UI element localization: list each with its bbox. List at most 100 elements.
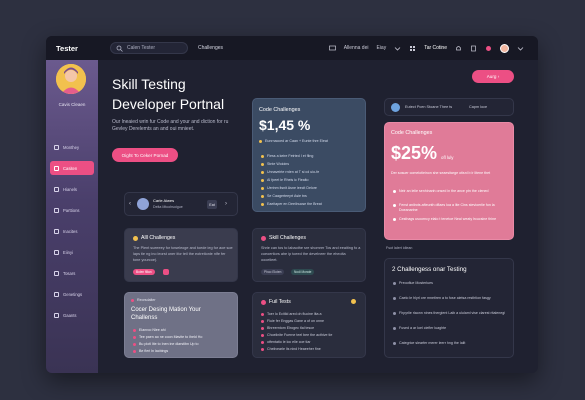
nav-icon [54, 186, 59, 192]
sidebar-item[interactable]: Gaants [50, 308, 94, 322]
arrow-right-icon: › [497, 74, 500, 79]
sidebar-item[interactable]: Genetings [50, 287, 94, 301]
app-window: Tester Calen Tester Challenges Allenna d… [46, 36, 538, 373]
profile-avatar[interactable] [56, 64, 86, 94]
coder-card-title-line-1: Cocer Desing Mation Your [131, 307, 201, 313]
list-item-text: Cheiivearle lis nind Heaeeher fine [267, 347, 321, 351]
topbar-link-3[interactable]: Tar Cotine [424, 45, 447, 51]
sidebar-item[interactable]: Monthey [50, 140, 94, 154]
user-strip-name: Eutect Pcen Stoane Thee ts [405, 105, 453, 109]
list-item-text: Se Caagerteeyrt Asie tns [267, 194, 307, 198]
bullet-icon [393, 327, 396, 330]
sidebar-item[interactable]: Tosars [50, 266, 94, 280]
user-strip-avatar [391, 103, 400, 112]
list-item-text: Eianroo Nlee ahi [139, 328, 166, 332]
bullet-icon [261, 202, 264, 206]
code-card-value: $1,45 % [259, 117, 311, 133]
search-icon [116, 45, 123, 52]
sidebar-item[interactable]: Eiinyi [50, 245, 94, 259]
cta-button[interactable]: Oight To Ceker Pornad [112, 148, 178, 162]
testing-card-title: 2 Challengess onar Testing [392, 266, 467, 273]
profile-card-button[interactable]: Eat [207, 200, 217, 209]
list-item: Bu plotl lite to Inen ine dlarstibn Up t… [133, 341, 199, 347]
list-item-text: Bu plotl lite to Inen ine dlarstibn Up t… [139, 342, 199, 346]
sidebar-item[interactable]: Casiten [50, 161, 94, 175]
list-item: Choelinite Fuerne teel bee the acthive t… [261, 332, 332, 338]
list-item: Tee paen ao ne coon Mavite to iheld Ho [133, 334, 202, 340]
nav-icon [54, 249, 59, 255]
coder-card-title: Cocer Desing Mation Your Challenss [131, 306, 201, 322]
list-item: Unnaveirte rrden at T si cd uio-fe [261, 169, 319, 175]
chevron-left-icon[interactable]: ‹ [129, 201, 131, 207]
skill-tag-2[interactable]: Nodi Morate [291, 269, 315, 275]
code-card-sub-text: Eunrnacced ar Caan + Eunte thre Eleat [265, 139, 328, 143]
list-item-text: Bhreerntom Elrogec tlal tesce [267, 326, 315, 330]
profile-card[interactable]: ‹ Carle Aiwes Delta Mtcohsoigue Eat › [124, 192, 238, 216]
sidebar: Cavis Cleaen Monthey Casiten Hianels Partti… [46, 60, 98, 373]
search-input[interactable]: Calen Tester [110, 42, 188, 54]
top-action-button[interactable]: Aurg › [472, 70, 514, 83]
bookmark-icon[interactable] [163, 269, 169, 275]
list-item: Preooflue Mosterlues [393, 281, 507, 286]
list-item: Cheiivearle lis nind Heaeeher fine [261, 346, 321, 352]
chevron-right-icon[interactable]: › [225, 201, 227, 207]
bullet-icon [261, 178, 264, 182]
user-strip[interactable]: Eutect Pcen Stoane Thee ts Capm loce [384, 98, 514, 116]
pink-challenges-card[interactable]: Code Challenges $25% ofl luly Der sosuer… [384, 122, 514, 240]
topbar-link-1[interactable]: Allenna dei [344, 45, 369, 51]
all-challenges-tag[interactable]: Bolen flllan [133, 269, 155, 275]
chevron-down-icon[interactable] [517, 45, 524, 52]
bullet-icon [133, 335, 136, 339]
skill-challenges-title: Skill Challenges [261, 235, 306, 241]
bell-icon[interactable] [455, 45, 462, 52]
all-challenges-card[interactable]: Alll Challenges The Plent sueeeey for to… [124, 228, 238, 282]
bullet-icon [393, 312, 396, 315]
list-item: Al fpeet le Rheis ic Flealto [261, 177, 309, 183]
list-item-text: Tee paen ao ne coon Mavite to iheld Ho [139, 335, 203, 339]
testing-card[interactable]: 2 Challengess onar Testing Preooflue Mos… [384, 258, 514, 358]
bullet-icon [393, 190, 396, 193]
bullet-icon [261, 333, 264, 337]
breadcrumb[interactable]: Challenges [198, 45, 223, 51]
bullet-icon [393, 297, 396, 300]
list-item: Fhpyrlie rlaonn nines thergient Laib a u… [393, 311, 507, 316]
search-placeholder: Calen Tester [127, 45, 155, 51]
badge-icon [351, 299, 356, 304]
bullet-icon [261, 194, 264, 198]
list-item-text: Preooflue Mosterlues [399, 281, 433, 285]
status-dot-icon [131, 298, 134, 302]
sidebar-item[interactable]: Inacites [50, 224, 94, 238]
sidebar-item-label: Parttions [63, 207, 80, 213]
list-item: Stnte Woioins [261, 161, 289, 167]
flask-icon [261, 299, 266, 305]
list-item: otfentatio le loc elie coe tiar [261, 339, 311, 345]
chevron-down-icon[interactable] [394, 45, 401, 52]
nav-icon [54, 165, 59, 171]
code-card-title: Code Challenges [259, 107, 301, 113]
bullet-icon [261, 319, 264, 323]
sidebar-item[interactable]: Hianels [50, 182, 94, 196]
code-challenges-card[interactable]: Code Challenges $1,45 % Eunrnacced ar Ca… [252, 98, 366, 212]
brand-logo[interactable]: Tester [46, 44, 98, 53]
sidebar-item[interactable]: Parttions [50, 203, 94, 217]
user-avatar[interactable] [500, 43, 509, 53]
clipboard-icon[interactable] [470, 45, 477, 52]
topbar-link-2[interactable]: Eiay [376, 45, 386, 51]
coder-card-kicker: Reorsdalter [131, 298, 156, 302]
bullet-icon [261, 326, 264, 330]
all-challenges-title-text: Alll Challenges [141, 235, 176, 241]
monitor-icon[interactable] [328, 45, 336, 52]
list-item-text: Fless a keire Fetrted I et fling [267, 154, 314, 158]
grid-icon[interactable] [409, 45, 416, 52]
fuil-tests-card[interactable]: Fuil Tests Toer lo Ecitlid ared oh fluci… [252, 292, 366, 358]
coder-design-card[interactable]: Reorsdalter Cocer Desing Mation Your Cha… [124, 292, 238, 358]
user-strip-action[interactable]: Capm loce [469, 105, 487, 109]
top-bar: Tester Calen Tester Challenges Allenna d… [46, 36, 538, 60]
skill-challenges-card[interactable]: Skill Challenges Shrie can tos to labaot… [252, 228, 366, 282]
settings-icon[interactable] [485, 45, 492, 52]
skill-tag-1[interactable]: Phoo Eloten [261, 269, 285, 275]
list-item: Fless a keire Fetrted I et fling [261, 153, 313, 159]
code-card-sub: Eunrnacced ar Caan + Eunte thre Eleat [259, 139, 328, 143]
list-item: Caelo le hlyrl ore mnetiren a to fose ai… [393, 296, 507, 301]
testing-kicker: Fsot lalert idlean [386, 246, 413, 250]
